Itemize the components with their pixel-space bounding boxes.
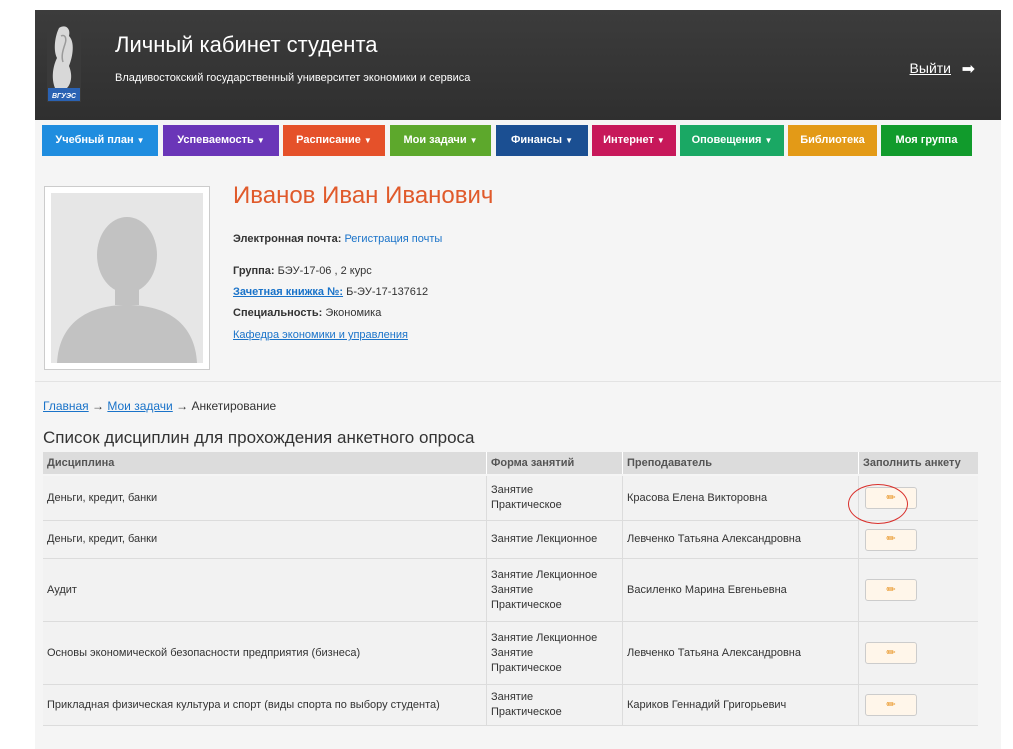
email-register-link[interactable]: Регистрация почты: [344, 233, 442, 245]
main-nav: Учебный план ▼ Успеваемость ▼ Расписание ▼ …: [35, 120, 1001, 156]
student-name: Иванов Иван Иванович: [233, 182, 494, 209]
fill-survey-button[interactable]: ✏: [865, 579, 917, 601]
cell-discipline: Аудит: [47, 583, 77, 596]
cell-form: Занятие Лекционное: [486, 521, 622, 558]
pencil-icon: ✏: [886, 698, 896, 711]
caret-down-icon: ▼: [363, 136, 372, 145]
page-root: ВГУЭС Личный кабинет студента Владивосто…: [0, 0, 1013, 749]
nav-item-internet[interactable]: Интернет ▼: [592, 125, 676, 156]
fill-survey-button[interactable]: ✏: [865, 694, 917, 716]
site-subtitle: Владивостокский государственный универси…: [115, 72, 471, 84]
logout-link[interactable]: Выйти: [910, 60, 951, 76]
caret-down-icon: ▼: [565, 136, 573, 145]
pencil-icon: ✏: [886, 583, 896, 596]
cell-discipline: Деньги, кредит, банки: [47, 533, 158, 545]
cell-teacher: Василенко Марина Евгеньевна: [622, 559, 858, 621]
cell-form: Занятие Практическое: [486, 476, 586, 520]
table-row: Деньги, кредит, банки Занятие Лекционное…: [43, 521, 978, 559]
cell-fill: ✏: [858, 622, 978, 684]
arrow-right-icon[interactable]: ➡: [962, 59, 975, 79]
breadcrumb: Главная → Мои задачи → Анкетирование: [43, 399, 277, 413]
avatar-silhouette-icon: [51, 193, 203, 363]
cell-fill: ✏: [858, 521, 978, 558]
specialty-line: Специальность: Экономика: [233, 307, 382, 319]
email-line: Электронная почта: Регистрация почты: [233, 233, 443, 245]
pencil-icon: ✏: [886, 646, 896, 659]
column-header-discipline[interactable]: Дисциплина: [43, 452, 486, 474]
cell-teacher: Левченко Татьяна Александровна: [622, 521, 858, 558]
record-book-line: Зачетная книжка №: Б-ЭУ-17-137612: [233, 286, 429, 298]
nav-item-schedule[interactable]: Расписание ▼: [283, 125, 385, 156]
fill-survey-button[interactable]: ✏: [865, 642, 917, 664]
university-logo[interactable]: ВГУЭС: [47, 22, 81, 102]
cell-discipline: Основы экономической безопасности предпр…: [47, 646, 361, 659]
nav-item-my-group[interactable]: Моя группа: [881, 125, 972, 156]
caret-down-icon: ▼: [136, 136, 145, 145]
site-title: Личный кабинет студента: [115, 32, 378, 57]
nav-item-finance[interactable]: Финансы ▼: [496, 125, 588, 156]
table-row: Деньги, кредит, банки Занятие Практическ…: [43, 476, 978, 521]
department-link[interactable]: Кафедра экономики и управления: [233, 329, 408, 341]
nav-item-study-plan[interactable]: Учебный план ▼: [42, 125, 158, 156]
cell-discipline: Прикладная физическая культура и спорт (…: [47, 698, 440, 711]
nav-item-my-tasks[interactable]: Мои задачи ▼: [390, 125, 491, 156]
record-book-link[interactable]: Зачетная книжка №:: [233, 286, 343, 298]
column-header-fill[interactable]: Заполнить анкету: [858, 452, 978, 474]
nav-item-progress[interactable]: Успеваемость ▼: [163, 125, 279, 156]
table-row: Аудит Занятие Лекционное Занятие Практич…: [43, 559, 978, 622]
cell-form: Занятие Практическое: [486, 685, 622, 725]
section-title: Список дисциплин для прохождения анкетно…: [43, 428, 475, 447]
table-header: Дисциплина Форма занятий Преподаватель З…: [43, 452, 978, 474]
breadcrumb-tasks[interactable]: Мои задачи: [107, 399, 172, 413]
caret-down-icon: ▼: [656, 136, 665, 145]
fill-survey-button[interactable]: ✏: [865, 528, 917, 551]
cell-teacher: Левченко Татьяна Александровна: [622, 622, 858, 684]
cell-teacher: Красова Елена Викторовна: [622, 476, 858, 520]
breadcrumb-current: Анкетирование: [191, 399, 277, 413]
caret-down-icon: ▼: [256, 136, 265, 145]
nav-item-notifications[interactable]: Оповещения ▼: [680, 125, 784, 156]
caret-down-icon: ▼: [469, 136, 478, 145]
cell-fill: ✏: [858, 559, 978, 621]
highlight-circle: [848, 484, 908, 524]
pencil-icon: ✏: [886, 533, 896, 545]
divider: [35, 381, 1001, 382]
site-header: ВГУЭС Личный кабинет студента Владивосто…: [35, 10, 1001, 120]
logo-text: ВГУЭС: [52, 93, 77, 100]
student-photo: [44, 186, 210, 370]
department-line: Кафедра экономики и управления: [233, 329, 408, 341]
table-row: Основы экономической безопасности предпр…: [43, 622, 978, 685]
cell-form: Занятие Лекционное Занятие Практическое: [486, 559, 622, 621]
breadcrumb-home[interactable]: Главная: [43, 399, 89, 413]
disciplines-table: Дисциплина Форма занятий Преподаватель З…: [43, 452, 978, 726]
group-line: Группа: БЭУ-17-06 , 2 курс: [233, 265, 372, 277]
avatar-placeholder: [51, 193, 203, 363]
main-content: Иванов Иван Иванович Электронная почта: …: [35, 156, 1001, 749]
cell-fill: ✏: [858, 685, 978, 725]
cell-form: Занятие Лекционное Занятие Практическое: [486, 622, 622, 684]
nav-item-library[interactable]: Библиотека: [788, 125, 877, 156]
cell-teacher: Кариков Геннадий Григорьевич: [622, 685, 858, 725]
table-row: Прикладная физическая культура и спорт (…: [43, 685, 978, 726]
column-header-teacher[interactable]: Преподаватель: [622, 452, 858, 474]
caret-down-icon: ▼: [764, 136, 773, 145]
column-header-form[interactable]: Форма занятий: [486, 452, 622, 474]
cell-discipline: Деньги, кредит, банки: [47, 491, 158, 504]
